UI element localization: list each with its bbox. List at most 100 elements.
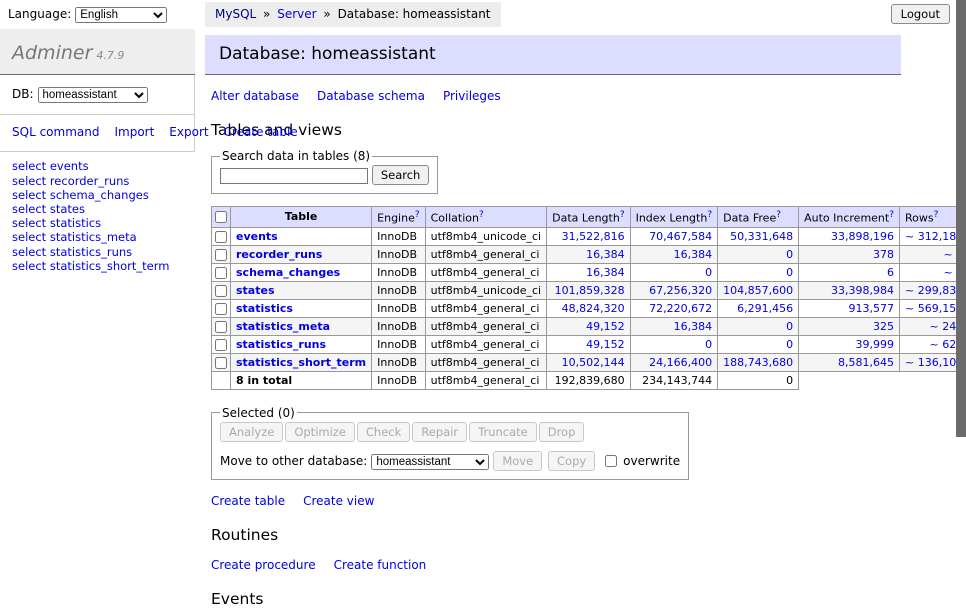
help-link[interactable]: ? <box>620 210 625 220</box>
data-length-link[interactable]: 31,522,816 <box>552 230 624 243</box>
auto-increment-link[interactable]: 913,577 <box>804 302 894 315</box>
data-length-link[interactable]: 10,502,144 <box>552 356 624 369</box>
data-free-link[interactable]: 188,743,680 <box>723 356 793 369</box>
index-length-link[interactable]: 0 <box>636 266 713 279</box>
rows-count-link[interactable]: ~ 312,180 <box>905 230 963 243</box>
row-checkbox[interactable] <box>215 357 227 369</box>
data-length-link[interactable]: 49,152 <box>552 320 624 333</box>
data-free-link[interactable]: 0 <box>723 338 793 351</box>
index-length-link[interactable]: 72,220,672 <box>636 302 713 315</box>
sidebar-action-link[interactable]: Import <box>114 125 154 139</box>
rows-count-link[interactable]: ~ 136,108 <box>905 356 963 369</box>
language-select[interactable]: English <box>75 7 167 23</box>
auto-increment-link[interactable]: 33,398,984 <box>804 284 894 297</box>
index-length-link[interactable]: 67,256,320 <box>636 284 713 297</box>
rows-count-link[interactable]: ~ 569,159 <box>905 302 963 315</box>
rows-count-link[interactable]: ~ 628 <box>905 338 963 351</box>
selected-action-button[interactable]: Optimize <box>285 422 355 442</box>
sidebar-table-link[interactable]: select recorder_runs <box>12 174 129 188</box>
table-name-link[interactable]: statistics <box>236 302 293 315</box>
selected-action-button[interactable]: Truncate <box>469 422 537 442</box>
overwrite-label[interactable]: overwrite <box>623 454 680 468</box>
rows-count-link[interactable]: ~ 244 <box>905 320 963 333</box>
row-checkbox[interactable] <box>215 267 227 279</box>
auto-increment-link[interactable]: 378 <box>804 248 894 261</box>
sidebar-action-link[interactable]: Export <box>169 125 208 139</box>
row-checkbox[interactable] <box>215 339 227 351</box>
table-name-link[interactable]: statistics_meta <box>236 320 330 333</box>
copy-button[interactable]: Copy <box>548 451 595 471</box>
auto-increment-link[interactable]: 8,581,645 <box>804 356 894 369</box>
overwrite-checkbox[interactable] <box>605 455 617 467</box>
table-name-link[interactable]: statistics_short_term <box>236 356 366 369</box>
row-checkbox[interactable] <box>215 231 227 243</box>
routine-create-link[interactable]: Create function <box>334 558 427 572</box>
index-length-link[interactable]: 24,166,400 <box>636 356 713 369</box>
create-link[interactable]: Create table <box>211 494 285 508</box>
move-button[interactable]: Move <box>493 451 542 471</box>
auto-increment-link[interactable]: 6 <box>804 266 894 279</box>
rows-count-link[interactable]: ~ 5 <box>905 248 963 261</box>
scrollbar[interactable] <box>956 0 966 437</box>
search-button[interactable]: Search <box>372 165 430 185</box>
database-action-link[interactable]: Database schema <box>317 89 425 103</box>
help-link[interactable]: ? <box>479 210 484 220</box>
sidebar-table-link[interactable]: select statistics_runs <box>12 245 132 259</box>
row-checkbox[interactable] <box>215 285 227 297</box>
select-all-checkbox[interactable] <box>215 211 227 223</box>
help-link[interactable]: ? <box>934 210 939 220</box>
data-free-link[interactable]: 6,291,456 <box>723 302 793 315</box>
index-length-link[interactable]: 70,467,584 <box>636 230 713 243</box>
data-length-link[interactable]: 16,384 <box>552 248 624 261</box>
data-length-link[interactable]: 16,384 <box>552 266 624 279</box>
data-length-link[interactable]: 49,152 <box>552 338 624 351</box>
data-length-link[interactable]: 48,824,320 <box>552 302 624 315</box>
db-select[interactable]: homeassistant <box>38 87 148 103</box>
table-name-link[interactable]: states <box>236 284 275 297</box>
database-action-link[interactable]: Alter database <box>211 89 299 103</box>
selected-action-button[interactable]: Check <box>357 422 410 442</box>
data-free-link[interactable]: 0 <box>723 248 793 261</box>
index-length-link[interactable]: 0 <box>636 338 713 351</box>
index-length-link[interactable]: 16,384 <box>636 248 713 261</box>
sidebar-table-link[interactable]: select statistics_short_term <box>12 259 169 273</box>
sidebar-table-link[interactable]: select statistics <box>12 216 101 230</box>
data-free-link[interactable]: 0 <box>723 266 793 279</box>
table-name-link[interactable]: schema_changes <box>236 266 340 279</box>
data-free-link[interactable]: 50,331,648 <box>723 230 793 243</box>
breadcrumb-link-server[interactable]: Server <box>277 7 316 21</box>
table-name-link[interactable]: statistics_runs <box>236 338 326 351</box>
sidebar-action-link[interactable]: SQL command <box>12 125 99 139</box>
sidebar-table-link[interactable]: select statistics_meta <box>12 230 137 244</box>
create-link[interactable]: Create view <box>303 494 374 508</box>
table-name-link[interactable]: recorder_runs <box>236 248 322 261</box>
selected-action-button[interactable]: Repair <box>412 422 467 442</box>
index-length-link[interactable]: 16,384 <box>636 320 713 333</box>
logout-button[interactable]: Logout <box>891 4 950 24</box>
row-checkbox[interactable] <box>215 303 227 315</box>
rows-count-link[interactable]: ~ 299,833 <box>905 284 963 297</box>
table-name-link[interactable]: events <box>236 230 278 243</box>
help-link[interactable]: ? <box>707 210 712 220</box>
auto-increment-link[interactable]: 39,999 <box>804 338 894 351</box>
rows-count-link[interactable]: ~ 3 <box>905 266 963 279</box>
help-link[interactable]: ? <box>776 210 781 220</box>
row-checkbox[interactable] <box>215 249 227 261</box>
sidebar-table-link[interactable]: select schema_changes <box>12 188 149 202</box>
breadcrumb-link-mysql[interactable]: MySQL <box>215 7 256 21</box>
auto-increment-link[interactable]: 33,898,196 <box>804 230 894 243</box>
help-link[interactable]: ? <box>889 210 894 220</box>
move-database-select[interactable]: homeassistant <box>371 454 489 470</box>
routine-create-link[interactable]: Create procedure <box>211 558 316 572</box>
sidebar-table-link[interactable]: select states <box>12 202 85 216</box>
data-free-link[interactable]: 104,857,600 <box>723 284 793 297</box>
sidebar-action-link[interactable]: Create table <box>224 125 298 139</box>
data-length-link[interactable]: 101,859,328 <box>552 284 624 297</box>
selected-action-button[interactable]: Drop <box>539 422 585 442</box>
database-action-link[interactable]: Privileges <box>443 89 501 103</box>
row-checkbox[interactable] <box>215 321 227 333</box>
data-free-link[interactable]: 0 <box>723 320 793 333</box>
auto-increment-link[interactable]: 325 <box>804 320 894 333</box>
search-input[interactable] <box>220 168 368 184</box>
help-link[interactable]: ? <box>415 210 420 220</box>
